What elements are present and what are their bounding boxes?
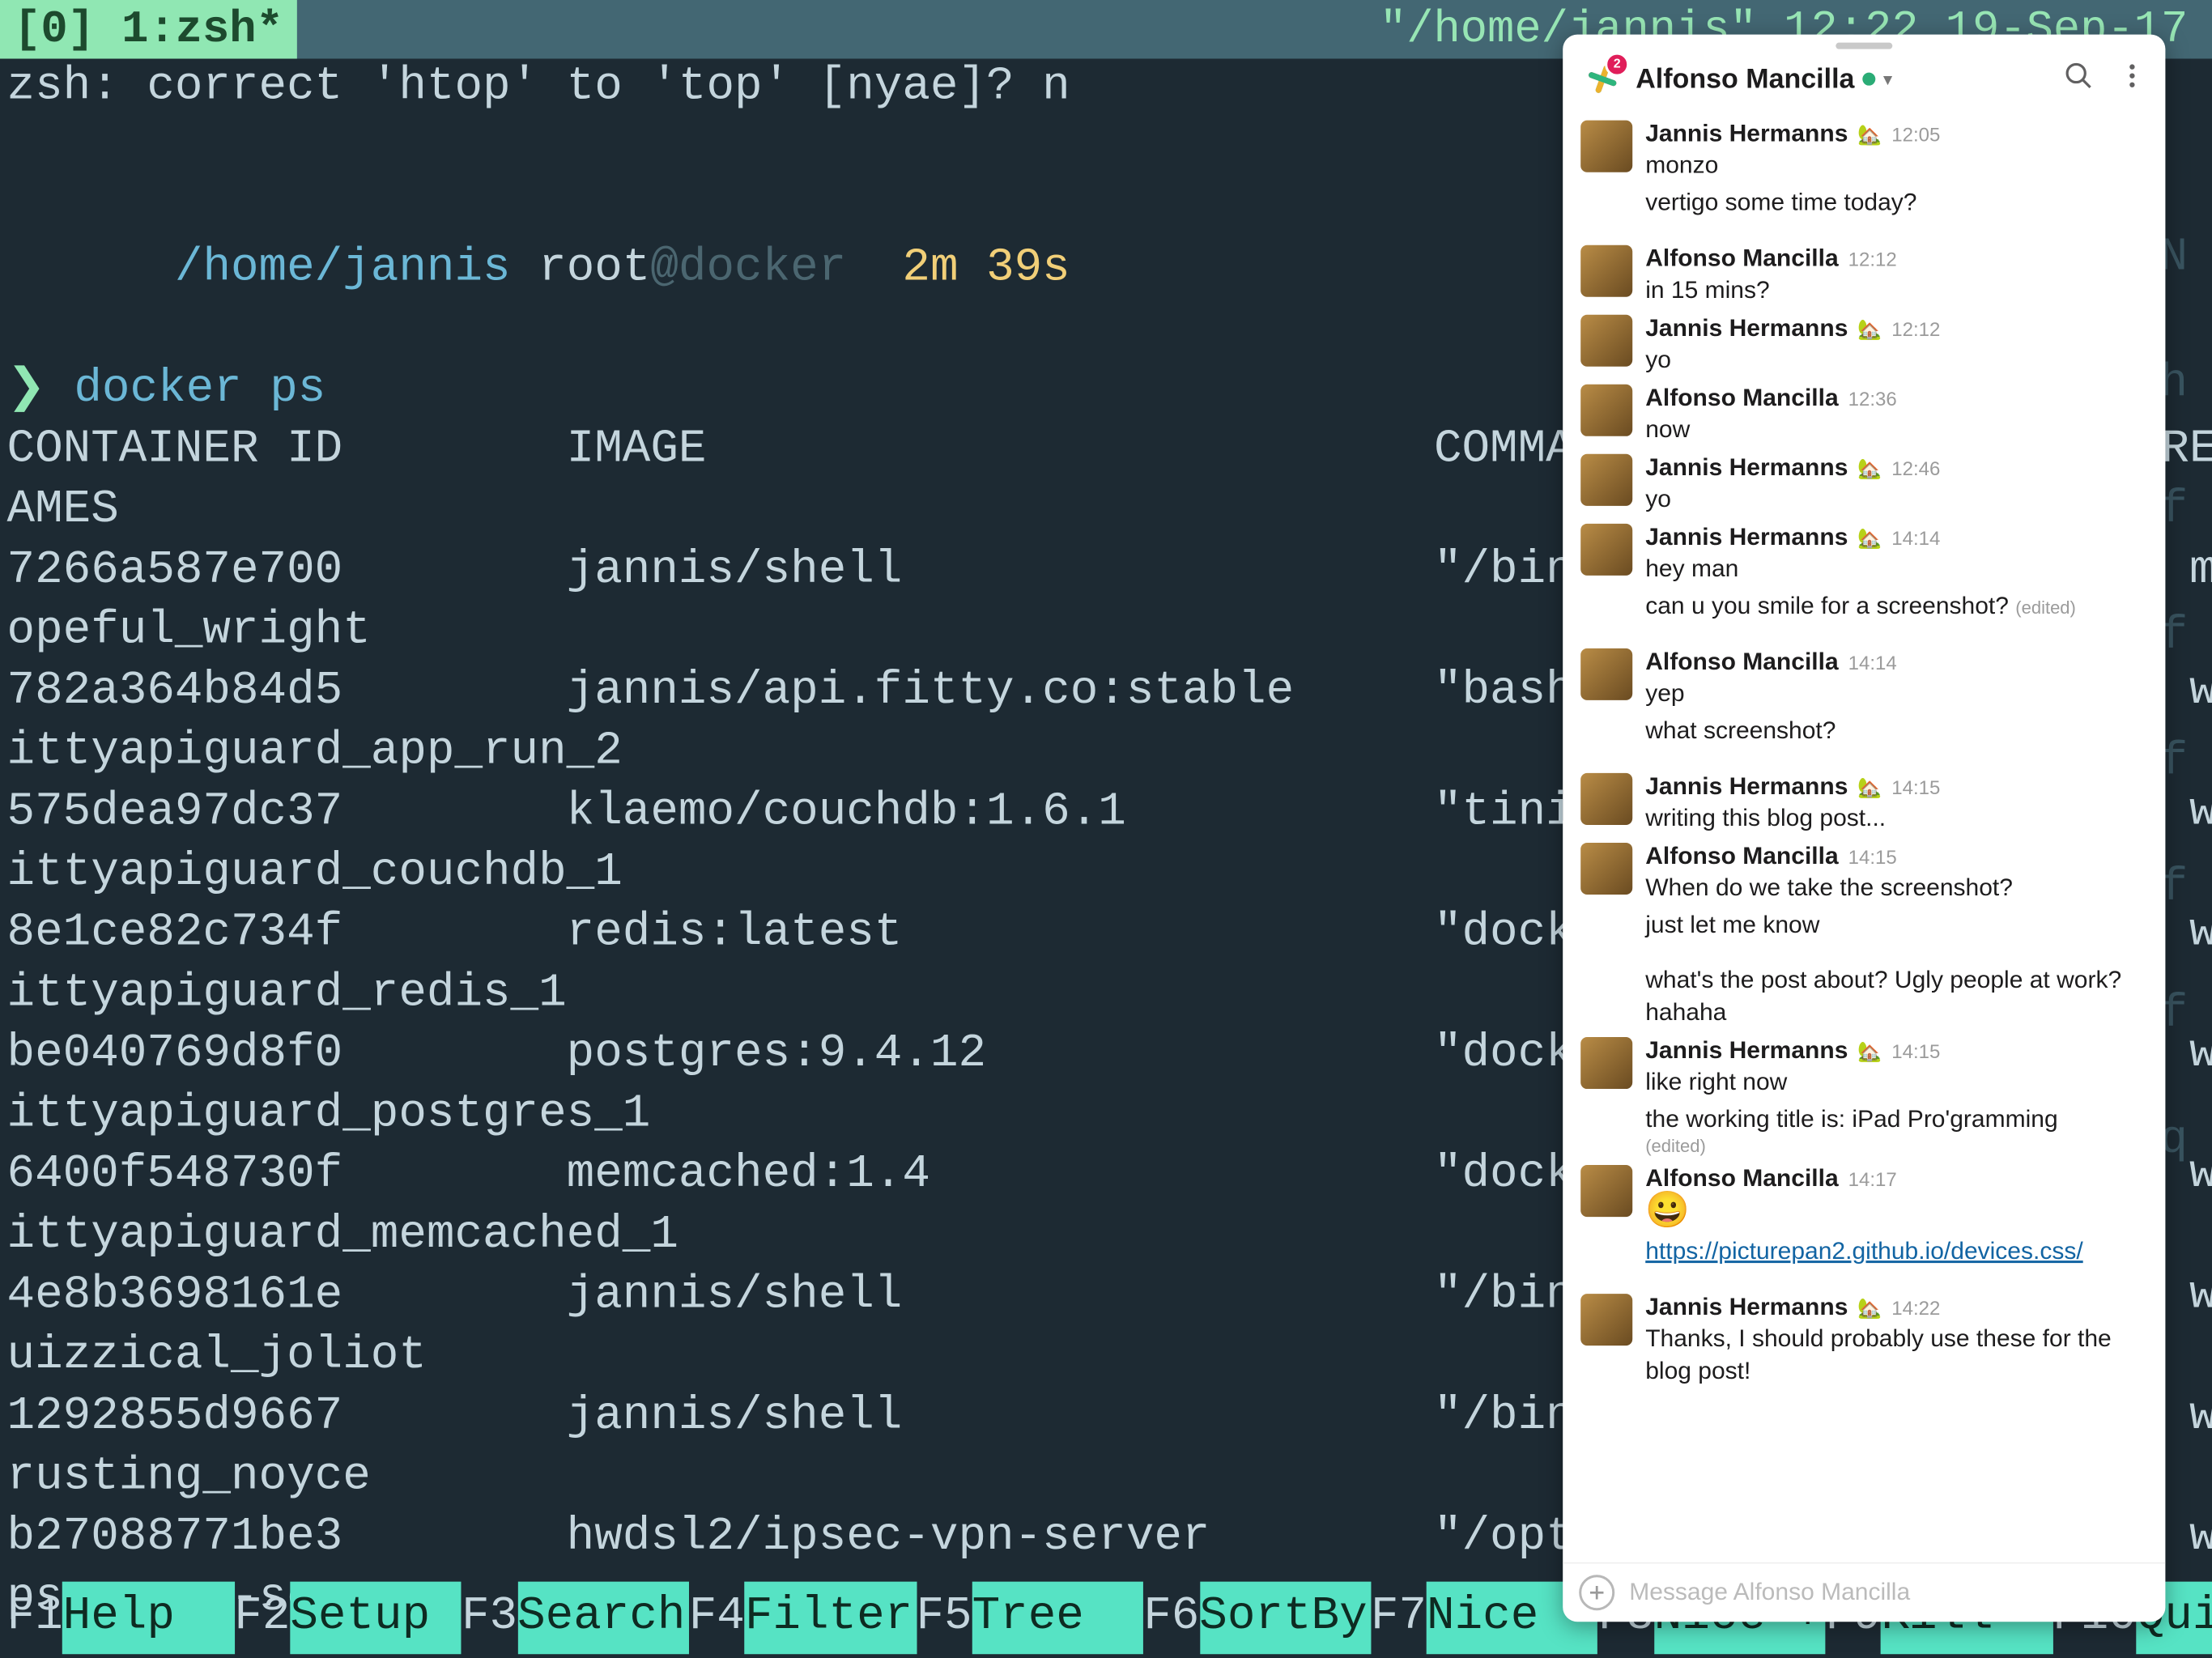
author-name[interactable]: Jannis Hermanns bbox=[1645, 1037, 1848, 1065]
edited-label: (edited) bbox=[1645, 1136, 2147, 1157]
message-body: yep bbox=[1645, 676, 2147, 710]
timestamp: 12:12 bbox=[1891, 319, 1940, 342]
author-name[interactable]: Alfonso Mancilla bbox=[1645, 648, 1838, 676]
message[interactable]: Alfonso Mancilla 12:36now bbox=[1580, 378, 2165, 448]
timestamp: 12:12 bbox=[1848, 249, 1897, 272]
message-body: now bbox=[1645, 412, 2147, 446]
message-body: When do we take the screenshot? bbox=[1645, 870, 2147, 904]
slack-window[interactable]: 2 Alfonso Mancilla ▾ Jannis Hermanns 🏡 1… bbox=[1563, 35, 2165, 1622]
author-name[interactable]: Jannis Hermanns bbox=[1645, 524, 1848, 551]
message[interactable]: Alfonso Mancilla 14:15When do we take th… bbox=[1580, 836, 2165, 906]
timestamp: 14:22 bbox=[1891, 1298, 1940, 1320]
message-list[interactable]: Jannis Hermanns 🏡 12:05monzovertigo some… bbox=[1563, 113, 2165, 1563]
message-body: like right now bbox=[1645, 1065, 2147, 1099]
avatar[interactable] bbox=[1580, 1294, 1632, 1346]
timestamp: 14:15 bbox=[1891, 777, 1940, 800]
avatar[interactable] bbox=[1580, 1037, 1632, 1089]
message-body: vertigo some time today? bbox=[1645, 185, 2147, 219]
sheet-grabber[interactable] bbox=[1836, 43, 1892, 49]
status-emoji-icon: 🏡 bbox=[1857, 457, 1882, 481]
chevron-down-icon[interactable]: ▾ bbox=[1883, 69, 1891, 89]
timestamp: 12:05 bbox=[1891, 125, 1940, 147]
message-composer[interactable] bbox=[1563, 1562, 2165, 1622]
timestamp: 14:17 bbox=[1848, 1169, 1897, 1192]
message-body: what's the post about? Ugly people at wo… bbox=[1645, 963, 2147, 1029]
message-input[interactable] bbox=[1629, 1579, 2149, 1606]
author-name[interactable]: Alfonso Mancilla bbox=[1645, 385, 1838, 412]
message[interactable]: the working title is: iPad Pro'gramming(… bbox=[1580, 1100, 2165, 1158]
author-name[interactable]: Jannis Hermanns bbox=[1645, 315, 1848, 342]
conversation-title[interactable]: Alfonso Mancilla ▾ bbox=[1636, 63, 1891, 95]
timestamp: 14:14 bbox=[1848, 653, 1897, 675]
message[interactable]: what screenshot? bbox=[1580, 712, 2165, 767]
message-body: in 15 mins? bbox=[1645, 273, 2147, 307]
message-body: writing this blog post... bbox=[1645, 801, 2147, 835]
author-name[interactable]: Alfonso Mancilla bbox=[1645, 245, 1838, 273]
message[interactable]: Jannis Hermanns 🏡 14:22Thanks, I should … bbox=[1580, 1287, 2165, 1389]
message[interactable]: Jannis Hermanns 🏡 12:12yo bbox=[1580, 308, 2165, 378]
status-emoji-icon: 🏡 bbox=[1857, 1040, 1882, 1064]
message[interactable]: Jannis Hermanns 🏡 12:05monzo bbox=[1580, 114, 2165, 184]
message[interactable]: just let me know bbox=[1580, 906, 2165, 961]
message[interactable]: Jannis Hermanns 🏡 14:14hey man bbox=[1580, 517, 2165, 587]
timestamp: 12:36 bbox=[1848, 389, 1897, 411]
author-name[interactable]: Jannis Hermanns bbox=[1645, 773, 1848, 801]
timestamp: 14:15 bbox=[1848, 847, 1897, 869]
message[interactable]: can u you smile for a screenshot? (edite… bbox=[1580, 587, 2165, 642]
message[interactable]: https://picturepan2.github.io/devices.cs… bbox=[1580, 1232, 2165, 1287]
avatar[interactable] bbox=[1580, 385, 1632, 436]
message-body: yo bbox=[1645, 482, 2147, 516]
avatar[interactable] bbox=[1580, 1165, 1632, 1217]
author-name[interactable]: Alfonso Mancilla bbox=[1645, 1165, 1838, 1192]
message-body: yo bbox=[1645, 342, 2147, 376]
status-emoji-icon: 🏡 bbox=[1857, 527, 1882, 551]
author-name[interactable]: Jannis Hermanns bbox=[1645, 454, 1848, 482]
message[interactable]: Jannis Hermanns 🏡 14:15writing this blog… bbox=[1580, 767, 2165, 836]
status-emoji-icon: 🏡 bbox=[1857, 318, 1882, 342]
avatar[interactable] bbox=[1580, 843, 1632, 895]
author-name[interactable]: Jannis Hermanns bbox=[1645, 1294, 1848, 1321]
message-body: Thanks, I should probably use these for … bbox=[1645, 1321, 2147, 1388]
message[interactable]: Jannis Hermanns 🏡 14:15like right now bbox=[1580, 1031, 2165, 1100]
avatar[interactable] bbox=[1580, 524, 1632, 576]
status-emoji-icon: 🏡 bbox=[1857, 776, 1882, 800]
message[interactable]: Alfonso Mancilla 12:12in 15 mins? bbox=[1580, 239, 2165, 308]
message[interactable]: Jannis Hermanns 🏡 12:46yo bbox=[1580, 448, 2165, 517]
presence-dot-icon bbox=[1862, 73, 1875, 86]
more-vertical-icon[interactable] bbox=[2116, 61, 2147, 98]
notification-badge: 2 bbox=[1605, 53, 1629, 77]
message[interactable]: Alfonso Mancilla 14:14yep bbox=[1580, 642, 2165, 712]
search-icon[interactable] bbox=[2063, 61, 2094, 98]
avatar[interactable] bbox=[1580, 648, 1632, 700]
message[interactable]: vertigo some time today? bbox=[1580, 184, 2165, 239]
message[interactable]: Alfonso Mancilla 14:17😀 bbox=[1580, 1158, 2165, 1232]
avatar[interactable] bbox=[1580, 315, 1632, 367]
message-body: what screenshot? bbox=[1645, 713, 2147, 747]
avatar[interactable] bbox=[1580, 773, 1632, 825]
avatar[interactable] bbox=[1580, 245, 1632, 297]
tmux-session-tab[interactable]: [0] 1:zsh* bbox=[0, 0, 297, 59]
avatar[interactable] bbox=[1580, 121, 1632, 172]
edited-label: (edited) bbox=[2015, 597, 2076, 618]
slack-logo-icon[interactable]: 2 bbox=[1580, 57, 1624, 101]
message-body: just let me know bbox=[1645, 908, 2147, 942]
author-name[interactable]: Jannis Hermanns bbox=[1645, 121, 1848, 148]
message-body: https://picturepan2.github.io/devices.cs… bbox=[1645, 1234, 2147, 1268]
author-name[interactable]: Alfonso Mancilla bbox=[1645, 843, 1838, 870]
timestamp: 14:14 bbox=[1891, 528, 1940, 551]
message-body: the working title is: iPad Pro'gramming bbox=[1645, 1102, 2147, 1136]
status-emoji-icon: 🏡 bbox=[1857, 1297, 1882, 1320]
link[interactable]: https://picturepan2.github.io/devices.cs… bbox=[1645, 1238, 2082, 1265]
message-body: 😀 bbox=[1645, 1192, 2147, 1231]
attach-button[interactable] bbox=[1579, 1575, 1614, 1610]
message[interactable]: what's the post about? Ugly people at wo… bbox=[1580, 961, 2165, 1031]
avatar[interactable] bbox=[1580, 454, 1632, 506]
message-body: can u you smile for a screenshot? (edite… bbox=[1645, 589, 2147, 624]
timestamp: 12:46 bbox=[1891, 458, 1940, 481]
status-emoji-icon: 🏡 bbox=[1857, 124, 1882, 147]
message-body: hey man bbox=[1645, 551, 2147, 585]
message-body: monzo bbox=[1645, 148, 2147, 182]
timestamp: 14:15 bbox=[1891, 1041, 1940, 1064]
